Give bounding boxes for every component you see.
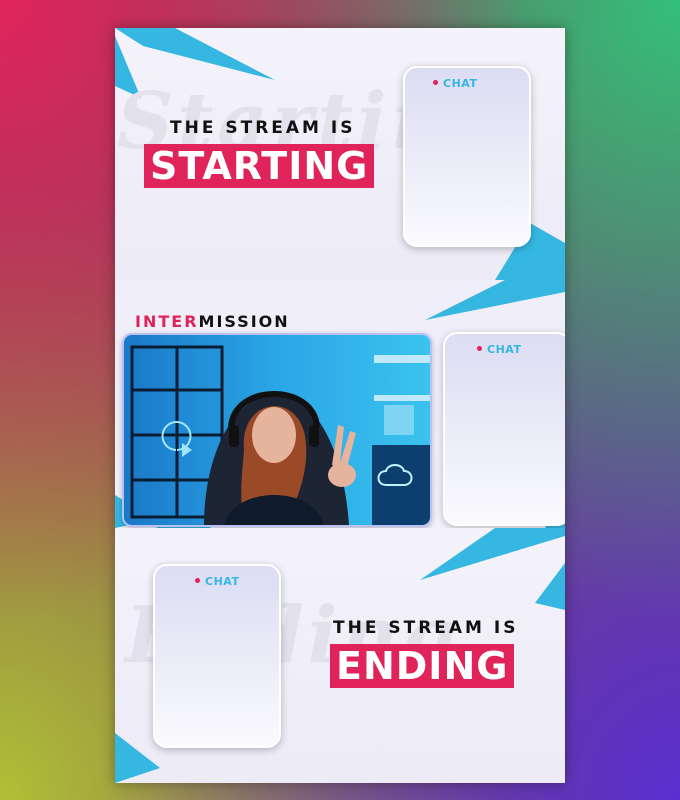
ending-subtitle: THE STREAM IS xyxy=(333,618,519,638)
chat-box-intermission: CHAT xyxy=(443,332,565,526)
chat-box-ending: CHAT xyxy=(153,564,281,748)
webcam-image xyxy=(124,335,430,525)
webcam-preview xyxy=(122,333,432,527)
chat-dot-icon xyxy=(433,80,438,85)
chat-label: CHAT xyxy=(195,575,239,588)
starting-title: STARTING xyxy=(144,144,375,188)
chat-box-starting: CHAT xyxy=(403,66,531,247)
starting-subtitle: THE STREAM IS xyxy=(170,118,356,138)
chat-label: CHAT xyxy=(433,77,477,90)
ending-panel: Ending THE STREAM IS ENDING CHAT xyxy=(115,528,565,783)
starting-panel: Starting THE STREAM IS STARTING CHAT xyxy=(115,28,565,280)
chat-dot-icon xyxy=(477,346,482,351)
overlay-sheet: Starting THE STREAM IS STARTING CHAT INT… xyxy=(115,28,565,783)
chat-dot-icon xyxy=(195,578,200,583)
intermission-panel: INTERMISSION CHAT xyxy=(115,280,565,528)
ending-title: ENDING xyxy=(330,644,515,688)
chat-label: CHAT xyxy=(477,343,521,356)
intermission-title: INTERMISSION xyxy=(135,312,290,331)
